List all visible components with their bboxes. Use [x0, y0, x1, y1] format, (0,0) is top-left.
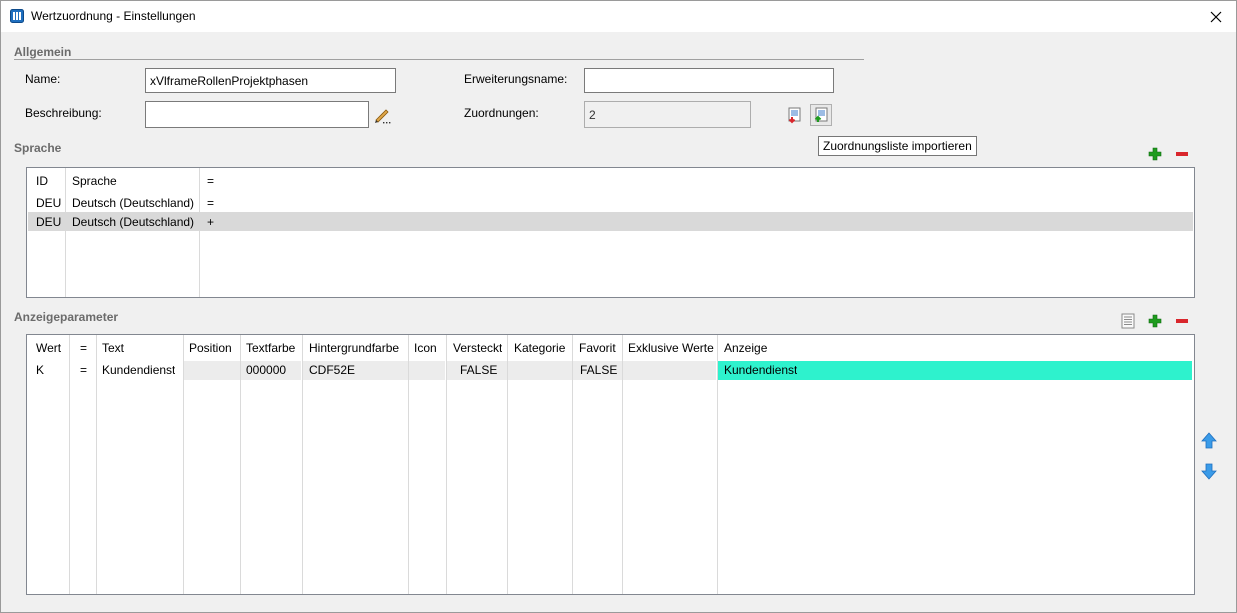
section-allgemein: Allgemein: [14, 45, 72, 59]
column-header[interactable]: Position: [189, 341, 232, 355]
erweiterungsname-input[interactable]: [584, 68, 834, 93]
add-icon: [1148, 147, 1162, 161]
anzeige-table: Wert = Text Position Textfarbe Hintergru…: [26, 334, 1195, 595]
import-list-button[interactable]: [810, 104, 832, 126]
column-header[interactable]: Kategorie: [514, 341, 565, 355]
list-icon: [1121, 313, 1135, 329]
cell-id: DEU: [36, 196, 62, 210]
remove-icon: [1176, 319, 1188, 323]
anzeige-list-button[interactable]: [1118, 311, 1138, 331]
column-header[interactable]: Sprache: [72, 174, 117, 188]
export-list-icon: [788, 107, 801, 124]
app-icon: [10, 9, 24, 23]
cell-wert: K: [36, 363, 45, 377]
column-header[interactable]: Exklusive Werte: [628, 341, 714, 355]
arrow-up-icon: [1201, 432, 1217, 449]
section-anzeigeparameter: Anzeigeparameter: [14, 310, 119, 324]
column-header[interactable]: Versteckt: [453, 341, 502, 355]
title-bar: Wertzuordnung - Einstellungen: [1, 1, 1236, 32]
column-header[interactable]: Favorit: [579, 341, 616, 355]
move-down-button[interactable]: [1199, 461, 1219, 481]
sprache-add-button[interactable]: [1145, 144, 1165, 164]
column-header[interactable]: =: [207, 174, 214, 188]
cell-favorit: FALSE: [580, 363, 618, 377]
zuordnungen-field: 2: [584, 101, 751, 128]
column-header[interactable]: Anzeige: [724, 341, 767, 355]
cell-eq: =: [80, 363, 88, 377]
import-list-icon: [814, 107, 828, 122]
cell-versteckt: FALSE: [460, 363, 498, 377]
erweiterungsname-label: Erweiterungsname:: [464, 72, 568, 86]
column-header[interactable]: Icon: [414, 341, 437, 355]
anzeige-remove-button[interactable]: [1172, 311, 1192, 331]
section-divider: [14, 59, 864, 60]
cell-textfarbe: 000000: [246, 363, 287, 377]
window-title: Wertzuordnung - Einstellungen: [31, 9, 196, 23]
beschreibung-input[interactable]: [145, 101, 369, 128]
edit-description-button[interactable]: [372, 105, 392, 125]
sprache-table: ID Sprache = DEU Deutsch (Deutschland) =…: [26, 167, 1195, 298]
table-row-selected[interactable]: [28, 212, 1193, 231]
pencil-icon: [375, 109, 391, 124]
cell-eq: +: [207, 215, 215, 229]
import-tooltip: Zuordnungsliste importieren: [818, 136, 977, 156]
close-button[interactable]: [1196, 1, 1236, 32]
column-header[interactable]: Text: [102, 341, 124, 355]
column-header[interactable]: ID: [36, 174, 48, 188]
cell-anzeige: Kundendienst: [724, 363, 798, 377]
cell-hintergrundfarbe: CDF52E: [309, 363, 356, 377]
cell-sprache: Deutsch (Deutschland): [72, 215, 195, 229]
dialog-window: Wertzuordnung - Einstellungen Allgemein …: [0, 0, 1237, 613]
column-header[interactable]: Wert: [36, 341, 61, 355]
beschreibung-label: Beschreibung:: [25, 106, 102, 120]
sprache-remove-button[interactable]: [1172, 144, 1192, 164]
move-up-button[interactable]: [1199, 431, 1219, 451]
anzeige-add-button[interactable]: [1145, 311, 1165, 331]
name-input[interactable]: xVlframeRollenProjektphasen: [145, 68, 396, 93]
close-icon: [1210, 11, 1222, 22]
add-icon: [1148, 314, 1162, 328]
cell-sprache: Deutsch (Deutschland): [72, 196, 195, 210]
column-header[interactable]: Hintergrundfarbe: [309, 341, 399, 355]
name-label: Name:: [25, 72, 61, 86]
column-header[interactable]: Textfarbe: [246, 341, 295, 355]
cell-text: Kundendienst: [102, 363, 176, 377]
cell-id: DEU: [36, 215, 62, 229]
cell-eq: =: [207, 196, 215, 210]
section-sprache: Sprache: [14, 141, 62, 155]
arrow-down-icon: [1201, 463, 1217, 480]
export-list-button[interactable]: [785, 105, 805, 125]
remove-icon: [1176, 152, 1188, 156]
column-header[interactable]: =: [80, 341, 87, 355]
zuordnungen-label: Zuordnungen:: [464, 106, 539, 120]
